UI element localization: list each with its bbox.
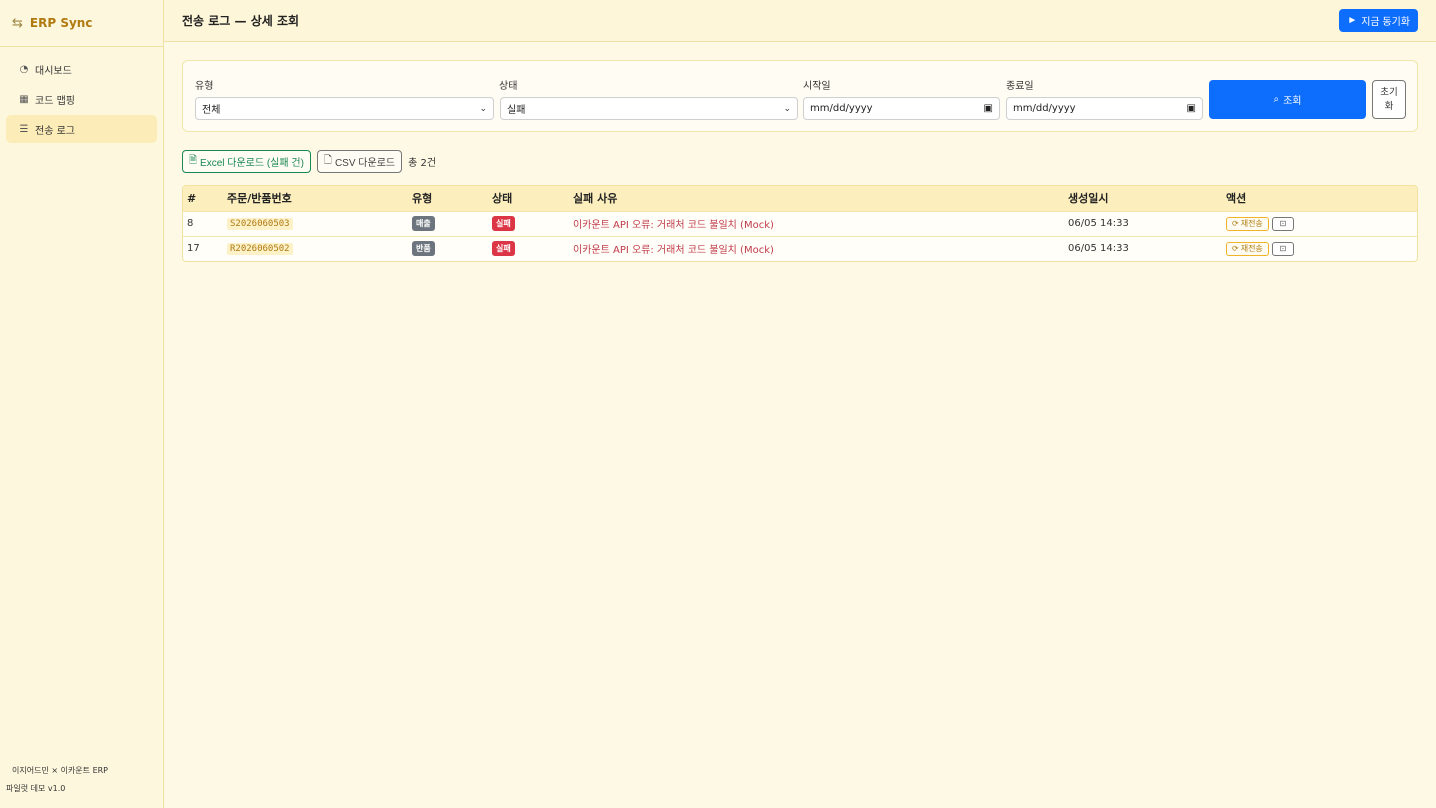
sync-arrows-icon: ⇆ xyxy=(12,15,23,31)
end-date-placeholder: mm/dd/yyyy xyxy=(1013,103,1076,114)
total-count: 총 2건 xyxy=(408,158,437,169)
status-badge: 실패 xyxy=(492,216,515,231)
start-date-placeholder: mm/dd/yyyy xyxy=(810,103,873,114)
speedometer-icon: ◔ xyxy=(19,63,29,75)
search-button[interactable]: ⌕ 조회 xyxy=(1209,80,1366,119)
reset-button-label: 초기화 xyxy=(1380,86,1398,112)
column-header-id: # xyxy=(187,191,197,205)
end-date-input[interactable]: mm/dd/yyyy ▣ xyxy=(1006,97,1203,120)
search-icon: ⌕ xyxy=(1273,94,1280,105)
play-icon: ► xyxy=(1347,15,1358,26)
table-row: 8 S2026060503 매출 실패 이카운트 API 오류: 거래처 코드 … xyxy=(183,211,1417,236)
resend-button[interactable]: ⟳ 재전송 xyxy=(1226,216,1269,231)
filter-card: 유형 전체 ⌄ 상태 실패 ⌄ 시작일 mm/dd/yyyy ▣ 종료일 mm/… xyxy=(182,60,1418,132)
created-at: 06/05 14:33 xyxy=(1068,243,1129,255)
resend-button[interactable]: ⟳ 재전송 xyxy=(1226,241,1269,256)
type-select-value: 전체 xyxy=(202,105,221,116)
sidebar-item-label: 전송 로그 xyxy=(35,125,75,137)
column-header-actions: 액션 xyxy=(1226,192,1247,206)
table-header-row: # 주문/반품번호 유형 상태 실패 사유 생성일시 액션 xyxy=(183,186,1417,211)
sync-now-button[interactable]: ► 지금 동기화 xyxy=(1339,9,1418,32)
sidebar-item-transfer-log[interactable]: ☰ 전송 로그 xyxy=(6,115,157,143)
excel-download-button[interactable]: 🗎 Excel 다운로드 (실패 건) xyxy=(182,150,311,173)
sidebar-item-label: 대시보드 xyxy=(35,65,72,77)
end-date-label: 종료일 xyxy=(1006,81,1034,92)
list-icon: ☰ xyxy=(19,123,29,135)
column-header-type: 유형 xyxy=(412,192,433,206)
table-icon: ▦ xyxy=(19,93,29,105)
failure-reason: 이카운트 API 오류: 거래처 코드 불일치 (Mock) xyxy=(573,245,774,257)
status-filter-label: 상태 xyxy=(499,81,518,92)
excel-file-icon: 🗎 xyxy=(189,155,198,166)
sidebar-item-dashboard[interactable]: ◔ 대시보드 xyxy=(6,55,157,83)
column-header-order-no: 주문/반품번호 xyxy=(227,192,292,206)
table-row: 17 R2026060502 반품 실패 이카운트 API 오류: 거래처 코드… xyxy=(183,236,1417,261)
csv-download-button[interactable]: 🗋 CSV 다운로드 xyxy=(316,150,403,173)
failure-reason: 이카운트 API 오류: 거래처 코드 불일치 (Mock) xyxy=(573,220,774,231)
excel-download-label: Excel 다운로드 (실패 건) xyxy=(200,158,304,169)
log-table: # 주문/반품번호 유형 상태 실패 사유 생성일시 액션 8 S2026060… xyxy=(182,185,1418,262)
start-date-input[interactable]: mm/dd/yyyy ▣ xyxy=(803,97,1000,120)
type-filter-label: 유형 xyxy=(195,81,214,92)
row-id: 8 xyxy=(187,218,194,229)
calendar-icon[interactable]: ▣ xyxy=(1187,103,1196,114)
code-icon: ⊡ xyxy=(1279,244,1287,254)
type-select[interactable]: 전체 ⌄ xyxy=(195,97,494,120)
sidebar: ⇆ ERP Sync ◔ 대시보드 ▦ 코드 맵핑 ☰ 전송 로그 이지어드민 … xyxy=(0,0,164,808)
type-badge: 반품 xyxy=(412,241,435,257)
chevron-down-icon: ⌄ xyxy=(479,103,487,114)
created-at: 06/05 14:33 xyxy=(1068,218,1129,229)
brand[interactable]: ⇆ ERP Sync xyxy=(0,0,163,47)
resend-label: 재전송 xyxy=(1240,244,1263,254)
view-detail-button[interactable]: ⊡ xyxy=(1271,241,1294,256)
status-badge: 실패 xyxy=(492,241,515,257)
status-select-value: 실패 xyxy=(507,105,526,116)
order-number: S2026060503 xyxy=(227,218,293,230)
refresh-icon: ⟳ xyxy=(1232,244,1239,254)
sidebar-item-code-mapping[interactable]: ▦ 코드 맵핑 xyxy=(6,85,157,113)
view-detail-button[interactable]: ⊡ xyxy=(1271,216,1294,231)
resend-label: 재전송 xyxy=(1240,219,1263,228)
sidebar-footer-version: 파일럿 데모 v1.0 xyxy=(6,784,66,793)
csv-download-label: CSV 다운로드 xyxy=(334,158,396,169)
column-header-created: 생성일시 xyxy=(1068,192,1109,206)
column-header-status: 상태 xyxy=(492,192,513,206)
page-title: 전송 로그 — 상세 조회 xyxy=(182,14,300,28)
brand-name: ERP Sync xyxy=(29,16,93,30)
topbar: 전송 로그 — 상세 조회 ► 지금 동기화 xyxy=(164,0,1436,42)
download-toolbar: 🗎 Excel 다운로드 (실패 건) 🗋 CSV 다운로드 총 2건 xyxy=(182,150,436,173)
search-button-label: 조회 xyxy=(1283,96,1302,107)
order-number: R2026060502 xyxy=(227,243,293,256)
status-select[interactable]: 실패 ⌄ xyxy=(500,97,798,120)
sidebar-nav: ◔ 대시보드 ▦ 코드 맵핑 ☰ 전송 로그 xyxy=(0,47,163,153)
reset-button[interactable]: 초기화 xyxy=(1372,80,1406,119)
sync-now-label: 지금 동기화 xyxy=(1361,17,1410,28)
sidebar-footer-integration: 이지어드민 × 이카운트 ERP xyxy=(12,766,109,775)
type-badge: 매출 xyxy=(412,216,435,231)
chevron-down-icon: ⌄ xyxy=(783,103,791,114)
sidebar-item-label: 코드 맵핑 xyxy=(35,95,75,107)
start-date-label: 시작일 xyxy=(803,81,831,92)
code-icon: ⊡ xyxy=(1279,219,1287,228)
column-header-reason: 실패 사유 xyxy=(573,192,618,206)
row-id: 17 xyxy=(187,243,200,255)
refresh-icon: ⟳ xyxy=(1232,219,1239,228)
calendar-icon[interactable]: ▣ xyxy=(984,103,993,114)
csv-file-icon: 🗋 xyxy=(323,155,332,166)
